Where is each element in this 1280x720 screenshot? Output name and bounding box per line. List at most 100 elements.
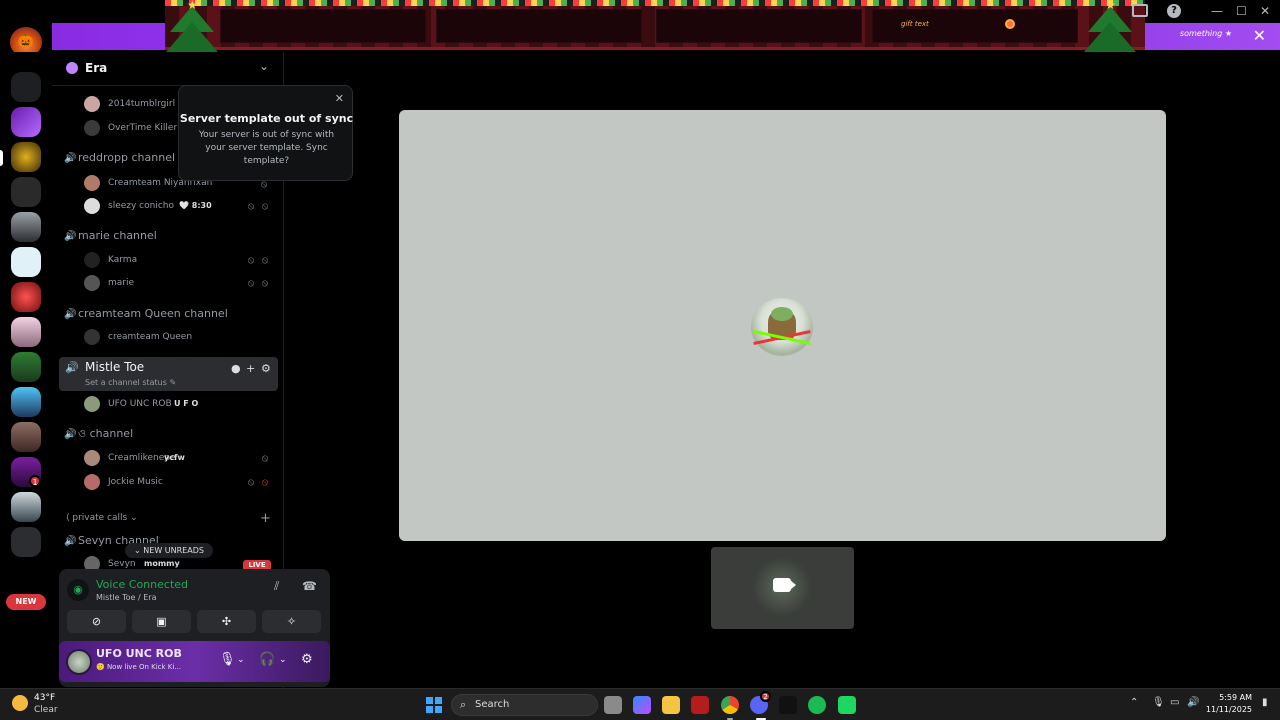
channel-name: creamteam Queen channel [78, 307, 228, 320]
camera-off-icon: ⊘ [91, 615, 102, 628]
server-icon[interactable] [11, 422, 41, 452]
chevron-up-icon[interactable]: ⌃ [1130, 697, 1138, 708]
active-voice-channel[interactable]: 🔊 Mistle Toe Set a channel status ✎ ● + … [59, 357, 278, 391]
speaker-icon: 🔊 [64, 231, 77, 242]
copilot-icon[interactable] [633, 696, 651, 714]
clock-time[interactable]: 5:59 AM [1208, 693, 1252, 702]
popup-body[interactable]: Your server is out of sync with your ser… [189, 129, 344, 168]
voice-channel[interactable]: 🔊 creamteam Queen channel [64, 304, 228, 324]
user-name: Jockie Music [108, 477, 163, 487]
chat-icon[interactable]: ● [231, 362, 241, 375]
server-icon[interactable] [11, 317, 41, 347]
mute-icon: ⦸ [247, 201, 255, 212]
server-icon[interactable] [11, 527, 41, 557]
server-icon[interactable] [11, 212, 41, 242]
garland-gift-panel[interactable]: gift text [872, 9, 1078, 43]
server-icon[interactable] [11, 492, 41, 522]
server-era-icon[interactable] [11, 142, 41, 172]
screen-share-button[interactable]: ▣ [132, 610, 191, 633]
audio-app-icon[interactable] [779, 696, 797, 714]
server-icon[interactable] [11, 387, 41, 417]
minimize-icon[interactable]: — [1211, 3, 1223, 19]
mute-icon: ⦸ [247, 255, 255, 266]
app-icon[interactable] [838, 696, 856, 714]
category-private-calls[interactable]: ⟨ private calls ⌄ [66, 513, 138, 523]
garland-panel [656, 9, 862, 43]
speaker-icon: 🔊 [65, 361, 79, 374]
self-video-thumbnail[interactable] [711, 547, 854, 629]
soundboard-icon: ✧ [286, 615, 297, 628]
server-icon[interactable] [11, 247, 41, 277]
app-icon[interactable] [691, 696, 709, 714]
voice-channel[interactable]: 🔊 reddropp channel [64, 148, 175, 168]
voice-status[interactable]: Voice Connected [96, 578, 188, 591]
voice-stage-tile[interactable] [399, 110, 1166, 541]
voice-channel[interactable]: 🔊 ও channel [64, 424, 133, 444]
camera-button[interactable]: ⊘ [67, 610, 126, 633]
add-member-icon[interactable]: + [246, 362, 255, 375]
gift-text: gift text [901, 20, 929, 28]
voice-channel[interactable]: 🔊 marie channel [64, 226, 157, 246]
speaker-icon: 🔊 [64, 536, 77, 547]
gear-icon[interactable]: ⚙ [261, 362, 271, 375]
disconnect-icon[interactable]: ☎ [302, 579, 317, 593]
garland-panel [220, 9, 426, 43]
banner-close-icon[interactable]: ✕ [1253, 27, 1266, 45]
weather-condition[interactable]: Clear [34, 705, 58, 715]
avatar [84, 198, 100, 214]
gear-icon[interactable]: ⚙ [301, 652, 313, 667]
avatar[interactable] [66, 649, 92, 675]
server-icon[interactable] [11, 282, 41, 312]
search-icon: ⌕ [460, 698, 467, 711]
task-view-icon[interactable] [604, 696, 622, 714]
user-name: UFO UNC ROB [108, 399, 172, 409]
channel-status-prompt[interactable]: Set a channel status ✎ [85, 378, 176, 387]
chevron-down-icon[interactable]: ⌄ [279, 655, 287, 665]
taskbar-search[interactable]: ⌕ Search [451, 694, 598, 716]
add-channel-icon[interactable]: + [260, 511, 271, 526]
user-tag: U F O [174, 399, 199, 408]
maximize-icon[interactable]: ☐ [1236, 3, 1247, 19]
chevron-down-icon[interactable]: ⌄ [237, 655, 245, 665]
server-icon[interactable] [11, 107, 41, 137]
user-name: sleezy conicho [108, 201, 174, 211]
soundboard-button[interactable]: ✧ [262, 610, 321, 633]
avatar [84, 275, 100, 291]
new-unreads-button[interactable]: ⌄ NEW UNREADS [125, 543, 213, 558]
close-icon[interactable]: ✕ [335, 92, 344, 105]
server-header[interactable]: Era ⌄ [52, 52, 284, 86]
weather-icon[interactable] [12, 695, 28, 711]
user-tag: ycfw [164, 453, 185, 462]
volume-icon[interactable]: 🔊 [1187, 697, 1199, 708]
file-explorer-icon[interactable] [662, 696, 680, 714]
clock-date[interactable]: 11/11/2025 [1200, 705, 1252, 714]
user-name: marie [108, 278, 135, 288]
signal-icon[interactable]: ◉ [67, 579, 89, 601]
mic-icon[interactable]: 🎙 [219, 652, 236, 667]
window-close-icon[interactable]: ✕ [1260, 3, 1270, 19]
deafen-icon: ⦸ [261, 255, 269, 266]
inbox-icon[interactable] [1132, 4, 1148, 17]
notification-icon[interactable]: ▮ [1262, 697, 1268, 708]
server-icon[interactable] [11, 177, 41, 207]
gift-orb-icon [1005, 19, 1015, 29]
activities-button[interactable]: ✣ [197, 610, 256, 633]
voice-connection-panel: ◉ Voice Connected Mistle Toe / Era ⫽ ☎ ⊘… [59, 569, 330, 687]
network-icon[interactable]: ▭ [1170, 697, 1179, 708]
spotify-icon[interactable] [808, 696, 826, 714]
server-icon[interactable] [11, 352, 41, 382]
popup-title: Server template out of sync [179, 112, 354, 125]
mic-tray-icon[interactable]: 🎙 [1152, 697, 1165, 708]
chrome-icon[interactable] [721, 696, 739, 714]
noise-suppression-icon[interactable]: ⫽ [274, 579, 279, 594]
user-name: creamteam Queen [108, 332, 193, 342]
user-display-name[interactable]: UFO UNC ROB [96, 647, 182, 660]
headphones-icon[interactable]: 🎧 [259, 652, 275, 667]
start-icon[interactable] [426, 697, 442, 713]
direct-messages-icon[interactable] [11, 72, 41, 102]
weather-temperature[interactable]: 43°F [34, 693, 55, 703]
server-rail: 1 NEW [0, 52, 52, 688]
chevron-down-icon[interactable]: ⌄ [259, 59, 269, 73]
new-servers-badge[interactable]: NEW [6, 594, 46, 610]
help-icon[interactable]: ? [1167, 4, 1181, 18]
